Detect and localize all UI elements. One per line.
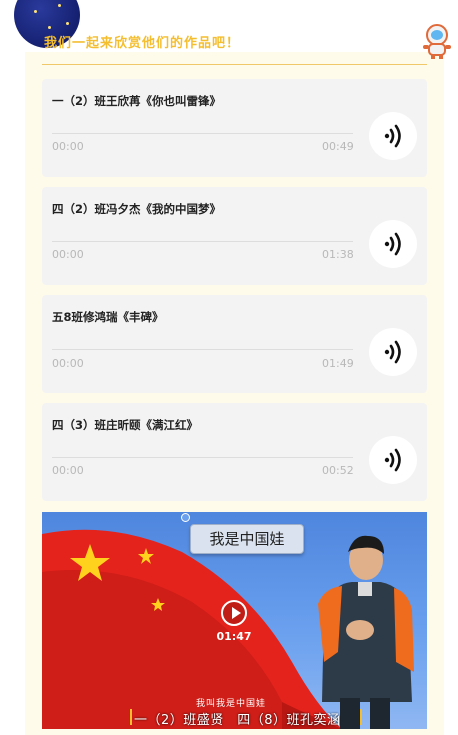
audio-title: 一（2）班王欣苒《你也叫雷锋》 [52,94,221,108]
progress-track[interactable] [52,133,353,134]
section-title: 我们一起来欣赏他们的作品吧！ [44,36,241,51]
audio-card: 五8班修鸿瑞《丰碑》 00:00 01:49 [42,295,427,393]
sound-wave-icon [384,124,401,148]
subtitle-marker [360,709,362,725]
audio-title: 四（3）班庄昕颐《满江红》 [52,418,199,432]
sound-wave-icon [384,232,401,256]
total-time: 01:49 [322,357,354,370]
sound-wave-icon [384,448,401,472]
total-time: 00:49 [322,140,354,153]
video-player[interactable]: 我是中国娃 01:47 我叫我是中国娃 一（2）班盛贤 四（8）班孔奕涵 [42,512,427,729]
video-caption: 我是中国娃 [190,524,304,554]
video-play-button[interactable] [221,600,247,626]
audio-play-button[interactable] [369,112,417,160]
current-time: 00:00 [52,140,84,153]
sound-wave-icon [384,340,401,364]
video-subtitle-small: 我叫我是中国娃 [196,699,267,709]
audio-card: 四（3）班庄昕颐《满江红》 00:00 00:52 [42,403,427,501]
video-duration: 01:47 [216,630,252,643]
audio-card: 一（2）班王欣苒《你也叫雷锋》 00:00 00:49 [42,79,427,177]
seek-handle[interactable] [181,513,190,522]
audio-card: 四（2）班冯夕杰《我的中国梦》 00:00 01:38 [42,187,427,285]
play-icon [232,607,241,619]
audio-title: 五8班修鸿瑞《丰碑》 [52,310,164,324]
video-subtitle: 一（2）班盛贤 四（8）班孔奕涵 [134,713,341,728]
progress-track[interactable] [52,457,353,458]
audio-title: 四（2）班冯夕杰《我的中国梦》 [52,202,221,216]
astronaut-icon [423,24,451,59]
title-underline [42,64,427,65]
audio-play-button[interactable] [369,220,417,268]
current-time: 00:00 [52,464,84,477]
audio-play-button[interactable] [369,328,417,376]
total-time: 00:52 [322,464,354,477]
progress-track[interactable] [52,349,353,350]
audio-play-button[interactable] [369,436,417,484]
total-time: 01:38 [322,248,354,261]
progress-track[interactable] [52,241,353,242]
subtitle-marker [130,709,132,725]
current-time: 00:00 [52,248,84,261]
current-time: 00:00 [52,357,84,370]
